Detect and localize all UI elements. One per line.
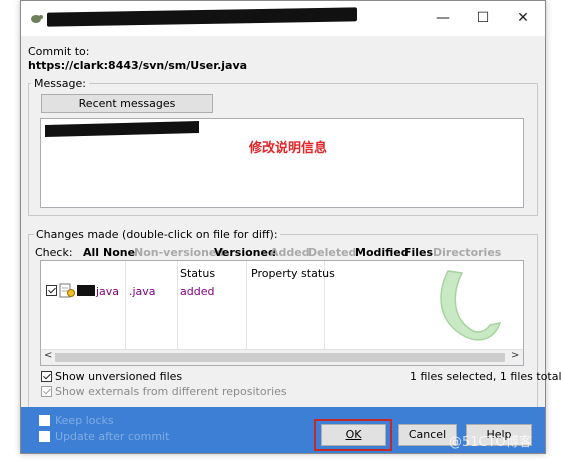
check-versioned[interactable]: Versioned bbox=[214, 246, 276, 259]
row-checkbox[interactable] bbox=[46, 285, 57, 296]
keep-locks-checkbox[interactable] bbox=[39, 415, 50, 426]
selection-summary: 1 files selected, 1 files total bbox=[410, 370, 561, 383]
commit-dialog: — ☐ ✕ Commit to: https://clark:8443/svn/… bbox=[20, 0, 561, 454]
minimize-button[interactable]: — bbox=[423, 1, 463, 36]
check-directories[interactable]: Directories bbox=[433, 246, 501, 259]
changes-list[interactable]: Status Property status java .java added … bbox=[40, 260, 524, 366]
title-bar[interactable]: — ☐ ✕ bbox=[21, 1, 545, 36]
changes-group-label: Changes made (double-click on file for d… bbox=[34, 228, 280, 241]
annotation-text: 修改说明信息 bbox=[249, 141, 328, 156]
row-extension: .java bbox=[129, 285, 156, 298]
recent-messages-label: Recent messages bbox=[78, 97, 176, 110]
show-externals-label: Show externals from different repositori… bbox=[55, 385, 287, 398]
check-none[interactable]: None bbox=[103, 246, 135, 259]
redacted-title bbox=[47, 7, 357, 27]
column-status[interactable]: Status bbox=[180, 267, 215, 280]
close-button[interactable]: ✕ bbox=[503, 1, 543, 36]
row-status: added bbox=[180, 285, 215, 298]
show-externals-checkbox[interactable] bbox=[41, 386, 52, 397]
update-after-commit-checkbox[interactable] bbox=[39, 431, 50, 442]
scrollbar-thumb[interactable] bbox=[55, 353, 505, 362]
redacted-message-text bbox=[45, 120, 199, 138]
tortoise-icon bbox=[31, 15, 43, 23]
ok-label: OK bbox=[345, 428, 362, 441]
redacted-filename bbox=[77, 285, 95, 296]
tortoise-logo-watermark bbox=[440, 270, 502, 341]
bottom-bar: Keep locks Update after commit OK Cancel… bbox=[21, 407, 545, 453]
cancel-label: Cancel bbox=[408, 428, 447, 441]
update-after-commit-label: Update after commit bbox=[55, 430, 170, 443]
commit-to-label: Commit to: bbox=[28, 45, 90, 58]
check-added[interactable]: Added bbox=[270, 246, 310, 259]
check-all[interactable]: All bbox=[83, 246, 99, 259]
watermark: @51CTO博客 bbox=[449, 435, 532, 450]
recent-messages-button[interactable]: Recent messages bbox=[41, 94, 213, 113]
message-textarea[interactable]: 修改说明信息 bbox=[40, 118, 524, 208]
keep-locks-label: Keep locks bbox=[55, 414, 114, 427]
message-group-label: Message: bbox=[31, 77, 89, 90]
file-added-icon bbox=[59, 283, 75, 298]
ok-button[interactable]: OK bbox=[321, 424, 386, 446]
check-files[interactable]: Files bbox=[404, 246, 433, 259]
show-unversioned-checkbox[interactable] bbox=[41, 371, 52, 382]
horizontal-scrollbar[interactable]: < > bbox=[41, 349, 523, 365]
check-modified[interactable]: Modified bbox=[355, 246, 409, 259]
check-non-versioned[interactable]: Non-versioned bbox=[134, 246, 224, 259]
column-property-status[interactable]: Property status bbox=[251, 267, 335, 280]
row-filename: java bbox=[96, 285, 120, 298]
check-deleted[interactable]: Deleted bbox=[308, 246, 356, 259]
show-unversioned-label: Show unversioned files bbox=[55, 370, 183, 383]
scroll-right-icon[interactable]: > bbox=[511, 350, 519, 361]
commit-url: https://clark:8443/svn/sm/User.java bbox=[28, 59, 248, 72]
scroll-left-icon[interactable]: < bbox=[44, 350, 52, 361]
check-label: Check: bbox=[35, 246, 73, 259]
maximize-button[interactable]: ☐ bbox=[463, 1, 503, 36]
